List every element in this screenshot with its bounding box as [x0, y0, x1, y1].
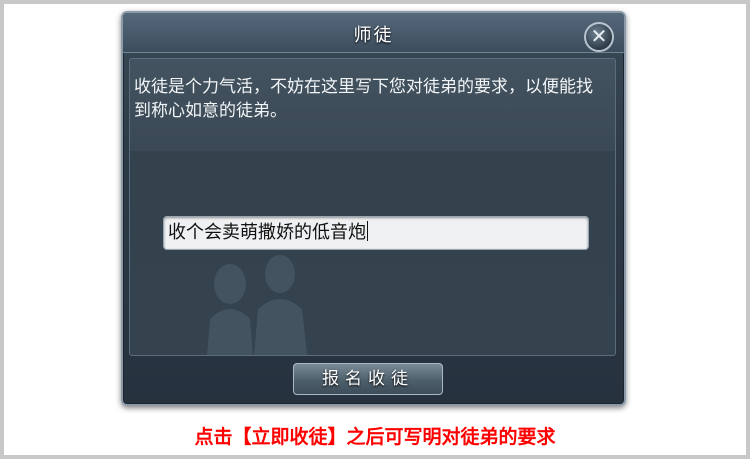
requirement-input-value: 收个会卖萌撒娇的低音炮	[168, 222, 366, 243]
character-illustration	[207, 255, 308, 355]
signup-recruit-button[interactable]: 报名收徒	[293, 363, 443, 395]
text-caret	[367, 221, 368, 241]
dialog-content-panel: 收徒是个力气活，不妨在这里写下您对徒弟的要求，以便能找到称心如意的徒弟。 收个会…	[129, 58, 616, 356]
dialog-title: 师徒	[353, 25, 394, 46]
annotation-caption: 点击【立即收徒】之后可写明对徒弟的要求	[194, 426, 556, 448]
instruction-text: 收徒是个力气活，不妨在这里写下您对徒弟的要求，以便能找到称心如意的徒弟。	[134, 77, 593, 121]
dialog-titlebar: 师徒 ✕	[123, 13, 624, 53]
close-button[interactable]: ✕	[584, 22, 614, 52]
master-apprentice-dialog: 师徒 ✕ 收徒是个力气活，不妨在这里写下您对徒弟的要求，以便能找到称心如意的徒弟…	[121, 11, 626, 406]
close-icon: ✕	[590, 24, 608, 48]
requirement-input[interactable]: 收个会卖萌撒娇的低音炮	[163, 216, 589, 250]
